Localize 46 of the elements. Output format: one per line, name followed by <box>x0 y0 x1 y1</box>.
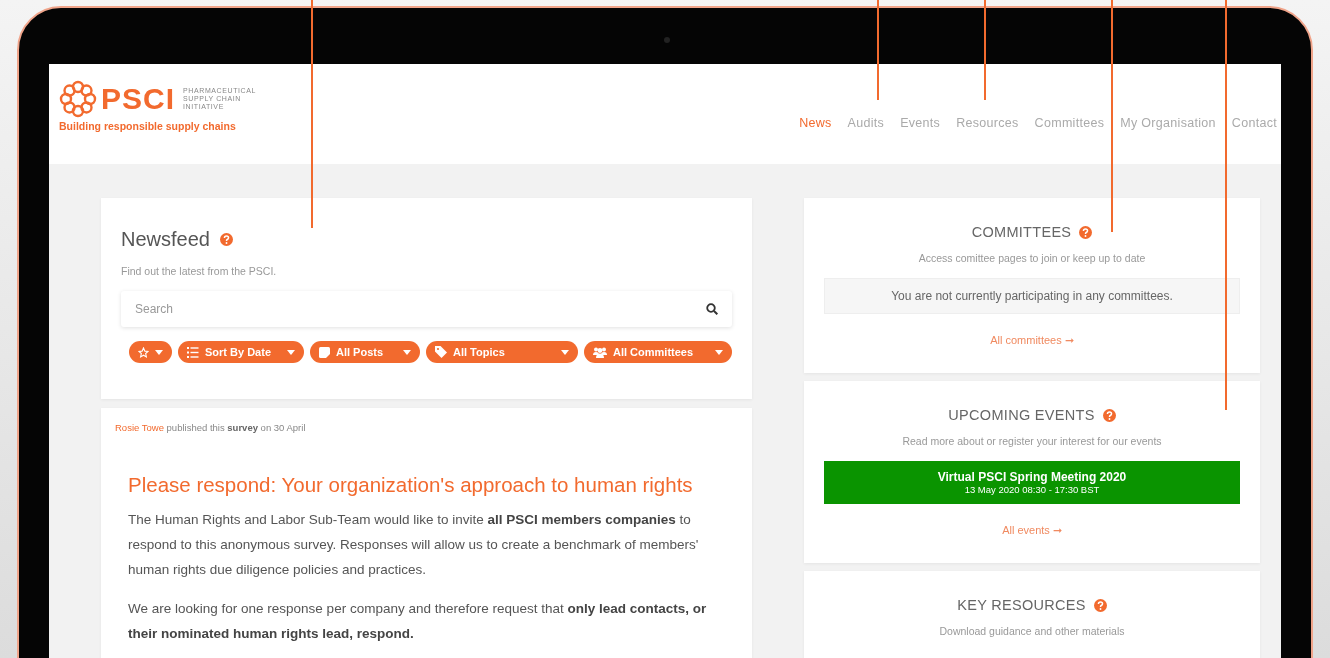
newsfeed-title: Newsfeed <box>121 228 210 251</box>
list-icon <box>187 346 199 358</box>
event-banner[interactable]: Virtual PSCI Spring Meeting 2020 13 May 2020 08:30 - 17:30 BST <box>824 461 1240 504</box>
search-icon[interactable] <box>706 303 718 315</box>
post-paragraph: We are looking for one response per company and therefore request that only lead contacts, or their nominated human rights lead, respond. <box>128 600 708 643</box>
panel-subtitle: Access comittee pages to join or keep up to date <box>918 252 1146 264</box>
help-icon[interactable] <box>1093 598 1107 612</box>
group-icon <box>593 346 607 358</box>
event-time: 13 May 2020 08:30 - 17:30 BST <box>964 484 1100 495</box>
help-icon[interactable] <box>219 233 233 246</box>
nav-link[interactable]: Contact <box>1231 116 1277 130</box>
post-byline: Rosie Towe published this survey on 30 April <box>115 422 307 433</box>
nav-link[interactable]: Committees <box>1034 116 1105 130</box>
panel-subtitle: Read more about or register your interest for our events <box>902 435 1162 447</box>
filter-dropdown[interactable]: All Committees <box>584 341 732 363</box>
tag-icon <box>435 346 447 358</box>
note-icon <box>319 346 330 358</box>
logo-text: PSCI <box>101 84 176 114</box>
nav-link[interactable]: Audits <box>847 116 885 130</box>
panel-title: COMMITTEES <box>971 224 1072 240</box>
panel-title: KEY RESOURCES <box>957 597 1086 613</box>
notice-message: You are not currently participating in any committees. <box>824 278 1240 314</box>
panel-title: UPCOMING EVENTS <box>948 407 1095 423</box>
logo-tagline: Building responsible supply chains <box>59 120 237 132</box>
filter-dropdown[interactable] <box>129 341 172 363</box>
author-link[interactable]: Rosie Towe <box>115 422 164 433</box>
ring-logo-icon <box>59 80 97 118</box>
help-icon[interactable] <box>1079 225 1093 239</box>
nav-link[interactable]: Events <box>900 116 941 130</box>
filter-dropdown[interactable]: Sort By Date <box>178 341 304 363</box>
search-field[interactable]: Search <box>121 291 732 327</box>
post-title[interactable]: Please respond: Your organization's approach to human rights <box>128 473 738 497</box>
star-icon <box>138 346 149 358</box>
filter-dropdown[interactable]: All Posts <box>310 341 420 363</box>
nav-link[interactable]: Resources <box>956 116 1019 130</box>
event-title: Virtual PSCI Spring Meeting 2020 <box>937 470 1127 484</box>
nav-link[interactable]: My Organisation <box>1120 116 1216 130</box>
panel-link[interactable]: All committees ➞ <box>990 334 1074 347</box>
filter-dropdown[interactable]: All Topics <box>426 341 578 363</box>
panel-subtitle: Download guidance and other materials <box>939 625 1125 637</box>
post-paragraph: The Human Rights and Labor Sub-Team would like to invite all PSCI members companies to respond to this anonymous survey. Responses will allow us to create a benchmark of members' human rights due diligence policies and practices. <box>128 511 700 579</box>
panel-link[interactable]: All events ➞ <box>1002 524 1062 537</box>
help-icon[interactable] <box>1102 408 1116 422</box>
nav-link[interactable]: News <box>799 116 832 130</box>
camera-icon <box>664 37 670 43</box>
newsfeed-subtitle: Find out the latest from the PSCI. <box>121 265 278 277</box>
